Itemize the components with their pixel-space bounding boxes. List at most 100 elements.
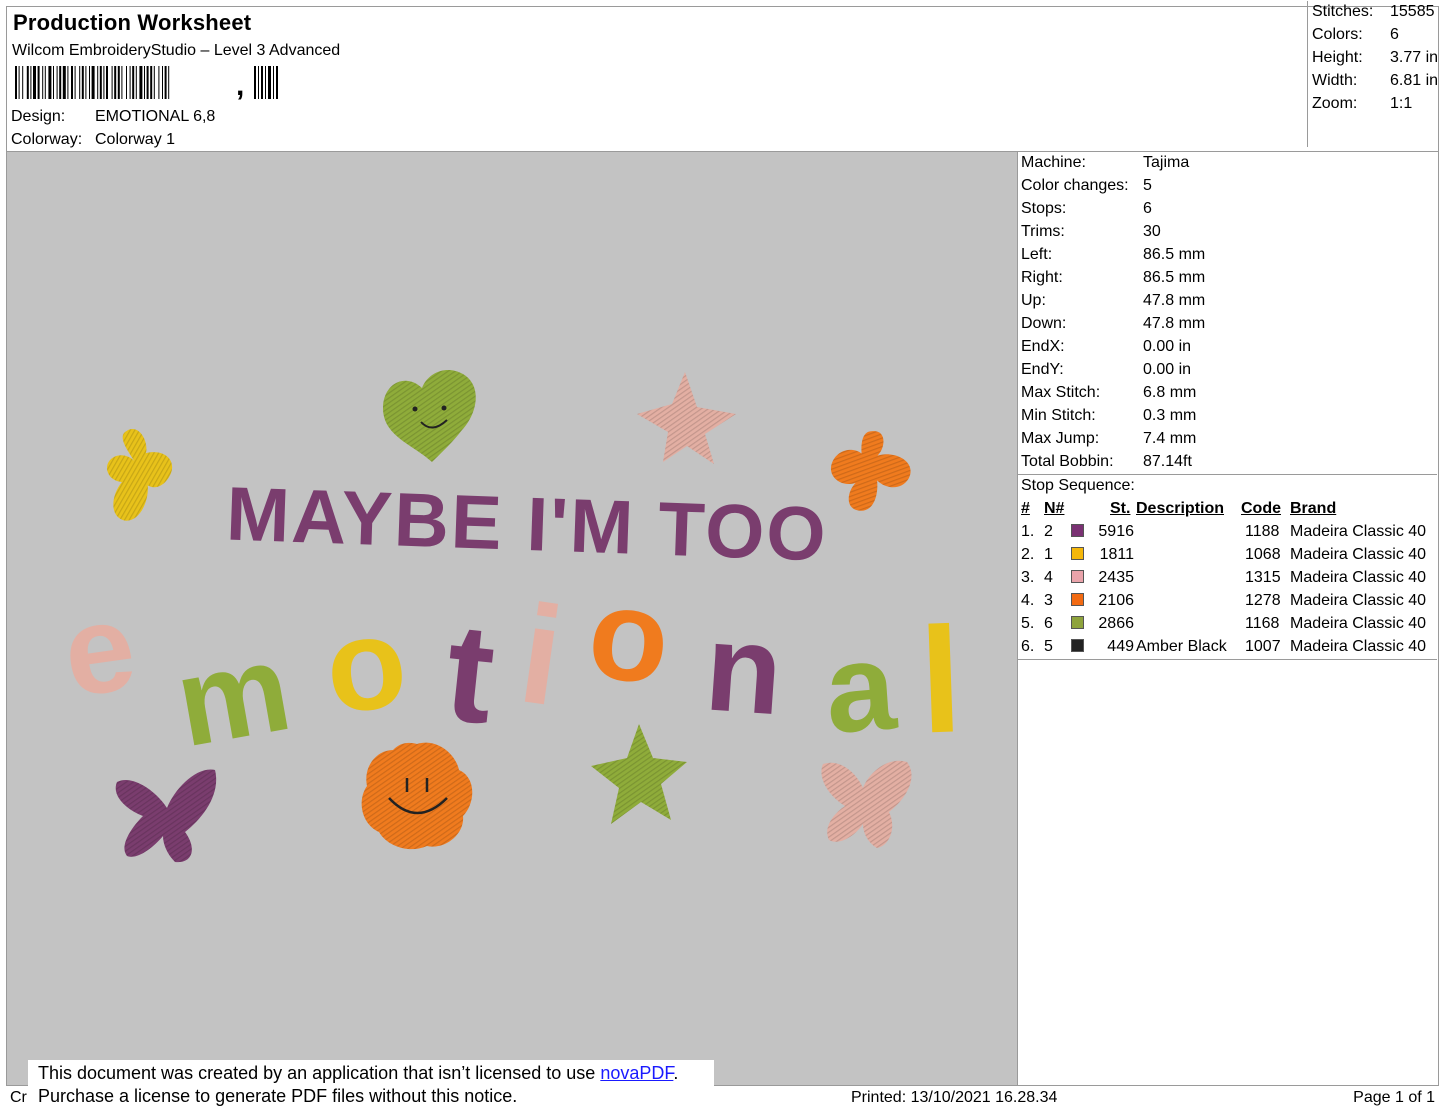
thread-code: 1168 — [1245, 615, 1280, 632]
machine-info-value: 0.3 mm — [1143, 407, 1197, 424]
barcode-comma: , — [236, 69, 245, 102]
machine-info-row: Color changes: 5 — [1021, 174, 1431, 197]
machine-info-label: Trims: — [1021, 223, 1065, 240]
footer-created-text: Cr — [10, 1089, 27, 1106]
machine-info-value: Tajima — [1143, 154, 1190, 171]
stat-stitches: Stitches: 15585 — [1312, 3, 1442, 26]
needle-number: 3 — [1044, 592, 1053, 609]
col-code: Code — [1241, 500, 1281, 517]
stop-number: 5. — [1021, 615, 1035, 632]
stitch-count: 5916 — [1098, 523, 1134, 540]
machine-info-row: Machine: Tajima — [1021, 151, 1431, 174]
stop-sequence-title: Stop Sequence: — [1021, 474, 1431, 497]
machine-info-label: EndY: — [1021, 361, 1064, 378]
stitch-count: 449 — [1107, 638, 1134, 655]
design-preview: MAYBE I'M TOO e m o t i o n a l — [6, 151, 1018, 1086]
machine-info-value: 87.14ft — [1143, 453, 1192, 470]
machine-info-row: Max Jump: 7.4 mm — [1021, 427, 1431, 450]
machine-info-value: 47.8 mm — [1143, 315, 1206, 332]
machine-info-row: Right: 86.5 mm — [1021, 266, 1431, 289]
color-swatch — [1071, 547, 1084, 560]
table-row: 3. 4 2435 1315 Madeira Classic 40 — [1021, 566, 1436, 589]
letter-o-orange: o — [582, 558, 676, 712]
machine-info-row: EndX: 0.00 in — [1021, 335, 1431, 358]
machine-info-value: 6.8 mm — [1143, 384, 1197, 401]
machine-info-value: 0.00 in — [1143, 338, 1192, 355]
stitch-count: 1811 — [1099, 546, 1134, 563]
panel-border — [1017, 151, 1018, 1086]
design-label: Design: — [11, 108, 66, 125]
letter-o-yellow: o — [319, 587, 413, 741]
thread-brand: Madeira Classic 40 — [1290, 569, 1427, 586]
thread-brand: Madeira Classic 40 — [1290, 523, 1427, 540]
design-name: EMOTIONAL 6,8 — [95, 108, 216, 125]
needle-number: 6 — [1044, 615, 1053, 632]
machine-info-value: 7.4 mm — [1143, 430, 1197, 447]
stop-sequence-label: Stop Sequence: — [1021, 477, 1135, 494]
notice-purchase-text: Purchase a license to generate PDF files… — [38, 1086, 518, 1106]
thread-code: 1007 — [1245, 638, 1281, 655]
machine-info-value: 5 — [1143, 177, 1152, 194]
machine-info-label: Right: — [1021, 269, 1063, 286]
stitch-count: 2866 — [1098, 615, 1134, 632]
thread-brand: Madeira Classic 40 — [1290, 546, 1427, 563]
green-heart-smile-icon — [383, 369, 476, 462]
machine-info-value: 6 — [1143, 200, 1152, 217]
stat-label: Height: — [1312, 49, 1363, 66]
thread-brand: Madeira Classic 40 — [1290, 638, 1427, 655]
letter-t: t — [439, 592, 502, 753]
stitch-count: 2106 — [1098, 592, 1134, 609]
novapdf-link[interactable]: novaPDF — [600, 1063, 673, 1083]
stop-number: 1. — [1021, 523, 1035, 540]
stat-value: 3.77 in — [1390, 49, 1439, 66]
machine-info-label: Max Stitch: — [1021, 384, 1101, 401]
color-swatch — [1071, 616, 1084, 629]
stat-value: 6 — [1390, 26, 1399, 43]
machine-info-label: EndX: — [1021, 338, 1065, 355]
stat-height: Height: 3.77 in — [1312, 49, 1442, 72]
thread-code: 1278 — [1245, 592, 1281, 609]
pink-butterfly-icon — [821, 760, 912, 848]
machine-info-label: Stops: — [1021, 200, 1067, 217]
info-panel: Machine: Tajima Color changes: 5 Stops: 6 Trim… — [1017, 151, 1439, 1086]
letter-l: l — [917, 595, 965, 764]
stitch-count: 2435 — [1098, 569, 1134, 586]
panel-divider — [1017, 659, 1437, 660]
table-row: 5. 6 2866 1168 Madeira Classic 40 — [1021, 612, 1436, 635]
needle-number: 1 — [1044, 546, 1053, 563]
machine-info-label: Min Stitch: — [1021, 407, 1096, 424]
machine-info-row: Left: 86.5 mm — [1021, 243, 1431, 266]
col-needle: N# — [1044, 500, 1065, 517]
stat-colors: Colors: 6 — [1312, 26, 1442, 49]
machine-info-row: Max Stitch: 6.8 mm — [1021, 381, 1431, 404]
stat-label: Stitches: — [1312, 3, 1374, 20]
colorway-label: Colorway: — [11, 131, 83, 148]
thread-code: 1188 — [1245, 523, 1280, 540]
stop-sequence-header: # N# St. Description Code Brand — [1021, 497, 1436, 520]
table-row: 6. 5 449 Amber Black 1007 Madeira Classic 40 — [1021, 635, 1436, 658]
stat-label: Zoom: — [1312, 95, 1358, 112]
yellow-butterfly-icon — [107, 429, 173, 521]
color-swatch — [1071, 570, 1084, 583]
col-stitches: St. — [1110, 500, 1131, 517]
notice-text: This document was created by an applicat… — [38, 1063, 601, 1083]
stat-label: Width: — [1312, 72, 1358, 89]
page-number: Page 1 of 1 — [1353, 1089, 1435, 1106]
colorway-value: Colorway 1 — [95, 131, 176, 148]
orange-smiley-icon — [361, 742, 473, 850]
design-text-line1: MAYBE I'M TOO — [225, 472, 829, 578]
needle-number: 4 — [1044, 569, 1053, 586]
machine-info-value: 86.5 mm — [1143, 246, 1206, 263]
machine-info-label: Machine: — [1021, 154, 1086, 171]
printed-timestamp: Printed: 13/10/2021 16.28.34 — [851, 1089, 1058, 1106]
letter-e: e — [55, 576, 143, 723]
machine-info-value: 86.5 mm — [1143, 269, 1206, 286]
purple-butterfly-icon — [115, 769, 217, 863]
machine-info-row: EndY: 0.00 in — [1021, 358, 1431, 381]
thread-code: 1068 — [1245, 546, 1281, 563]
machine-info-label: Up: — [1021, 292, 1046, 309]
pink-star-icon — [637, 372, 736, 464]
thread-brand: Madeira Classic 40 — [1290, 592, 1427, 609]
worksheet-header: Production Worksheet Wilcom EmbroiderySt… — [6, 1, 1442, 152]
thread-description: Amber Black — [1136, 638, 1227, 655]
